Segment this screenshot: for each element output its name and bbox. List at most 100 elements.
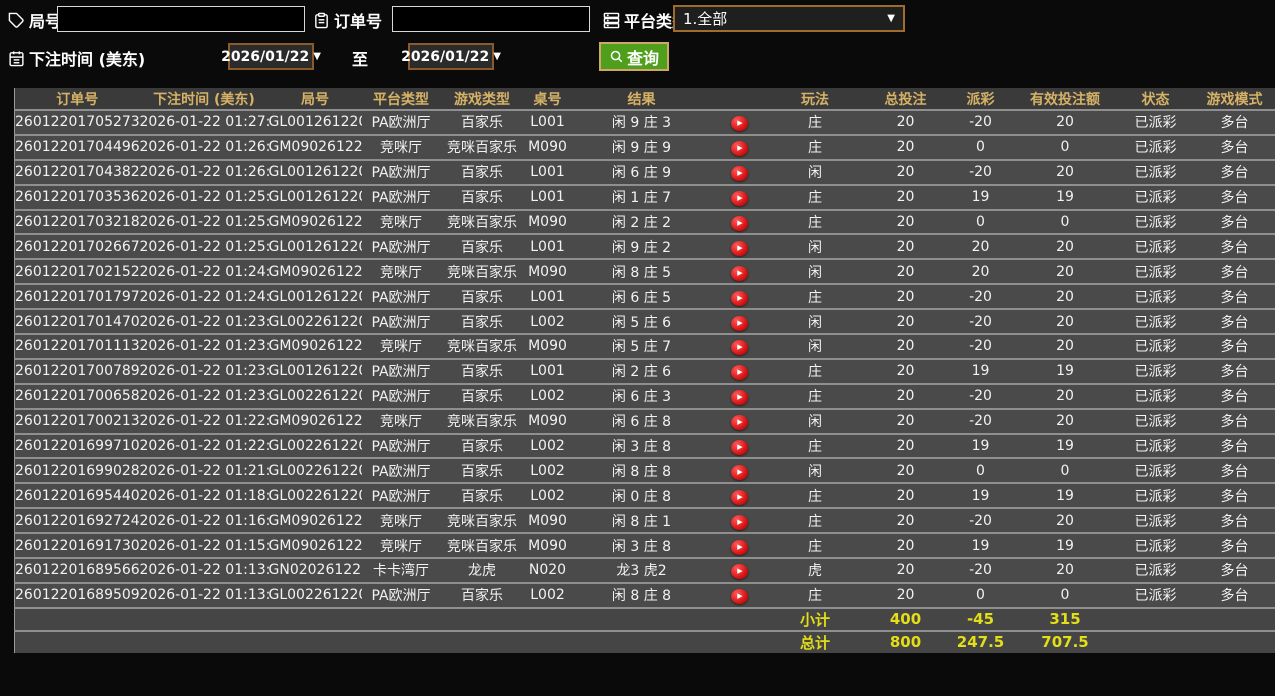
game-type-cell: 百家乐 (440, 382, 524, 409)
play-video-icon[interactable]: ▶ (731, 539, 748, 555)
order-number-cell: 260122017032184 (14, 208, 140, 235)
game-type-cell: 百家乐 (440, 233, 524, 260)
play-video-icon[interactable]: ▶ (731, 489, 748, 505)
game-type-cell: 百家乐 (440, 183, 524, 210)
column-header: 状态 (1117, 88, 1194, 110)
empty-cell (361, 606, 441, 631)
status-cell: 已派彩 (1117, 581, 1194, 608)
game-type-cell: 竞咪百家乐 (440, 532, 524, 559)
play-video-icon[interactable]: ▶ (731, 315, 748, 331)
round-number-cell: GL00126122038 (268, 109, 362, 135)
table-number-cell: M090 (523, 208, 572, 235)
play-video-icon[interactable]: ▶ (731, 514, 748, 530)
play-video-icon[interactable]: ▶ (731, 265, 748, 281)
total-bet-cell: 20 (862, 333, 949, 359)
empty-cell (523, 629, 572, 653)
game-type-cell: 百家乐 (440, 432, 524, 459)
play-video-icon[interactable]: ▶ (731, 440, 748, 456)
column-header: 结果 (571, 88, 712, 110)
empty-cell (14, 629, 140, 653)
result-cell: 闲 0 庄 8 (571, 482, 712, 509)
play-type-cell: 闲 (767, 333, 863, 359)
status-cell: 已派彩 (1117, 557, 1194, 583)
valid-bet-cell: 20 (1012, 557, 1118, 583)
status-cell: 已派彩 (1117, 357, 1194, 384)
table-number-cell: L001 (523, 283, 572, 310)
play-video-icon[interactable]: ▶ (731, 589, 748, 605)
table-number-cell: M090 (523, 333, 572, 359)
column-header: 玩法 (767, 88, 863, 110)
play-triangle-glyph: ▶ (737, 517, 743, 526)
play-cell: ▶ (711, 382, 768, 409)
play-video-icon[interactable]: ▶ (731, 365, 748, 381)
empty-cell (571, 629, 712, 653)
play-video-icon[interactable]: ▶ (731, 564, 748, 580)
play-video-icon[interactable]: ▶ (731, 141, 748, 157)
status-cell: 已派彩 (1117, 183, 1194, 210)
play-video-icon[interactable]: ▶ (731, 390, 748, 406)
platform-type-cell: PA欧洲厅 (361, 158, 441, 185)
table-row: 2601220170021382026-01-22 01:22:52GM0902… (14, 407, 1275, 434)
play-type-cell: 庄 (767, 283, 863, 310)
query-button-label: 查询 (626, 48, 659, 68)
result-cell: 闲 2 庄 6 (571, 357, 712, 384)
platform-type-cell: 竞咪厅 (361, 133, 441, 160)
bet-time-cell: 2026-01-22 01:13:14 (139, 557, 269, 583)
order-number-cell: 260122017035363 (14, 183, 140, 210)
round-number-cell: GL00226122033 (268, 432, 362, 459)
play-video-icon[interactable]: ▶ (731, 340, 748, 356)
play-triangle-glyph: ▶ (737, 119, 743, 128)
table-number-cell: L002 (523, 308, 572, 335)
play-cell: ▶ (711, 581, 768, 608)
table-row: 2601220170065842026-01-22 01:23:15GL0022… (14, 382, 1275, 409)
result-cell: 闲 9 庄 2 (571, 233, 712, 260)
play-triangle-glyph: ▶ (737, 169, 743, 178)
round-number-input[interactable] (57, 6, 305, 32)
order-number-input[interactable] (392, 6, 590, 32)
play-video-icon[interactable]: ▶ (731, 116, 748, 132)
table-number-cell: M090 (523, 258, 572, 285)
payout-cell: 19 (948, 532, 1013, 559)
bet-time-filter: 下注时间 (美东) (8, 46, 145, 70)
game-mode-cell: 多台 (1193, 183, 1275, 210)
order-number-cell: 260122016997102 (14, 432, 140, 459)
play-video-icon[interactable]: ▶ (731, 464, 748, 480)
date-from-picker[interactable]: 2026/01/22 ▼ (221, 43, 321, 70)
play-video-icon[interactable]: ▶ (731, 415, 748, 431)
platform-type-cell: 竞咪厅 (361, 208, 441, 235)
query-button[interactable]: 查询 (599, 42, 669, 71)
play-video-icon[interactable]: ▶ (731, 290, 748, 306)
empty-cell (139, 629, 269, 653)
status-cell: 已派彩 (1117, 432, 1194, 459)
game-type-cell: 竞咪百家乐 (440, 133, 524, 160)
date-to-picker[interactable]: 2026/01/22 ▼ (401, 43, 501, 70)
round-number-cell: GL00126122034 (268, 283, 362, 310)
play-video-icon[interactable]: ▶ (731, 216, 748, 231)
table-number-cell: N020 (523, 557, 572, 583)
game-mode-cell: 多台 (1193, 258, 1275, 285)
summary-label: 小计 (767, 606, 863, 631)
platform-type-select[interactable]: 1.全部 ▼ (673, 5, 905, 32)
play-type-cell: 庄 (767, 432, 863, 459)
game-type-cell: 竞咪百家乐 (440, 333, 524, 359)
bet-orders-table: 订单号 下注时间 (美东) 局号 平台类型 游戏类型 桌号 结果 玩法 总投注 派彩 有效投注额 状态… (14, 88, 1275, 653)
table-row: 2601220170078932026-01-22 01:23:21GL0012… (14, 357, 1275, 384)
search-icon (610, 50, 623, 63)
payout-cell: -20 (948, 283, 1013, 310)
game-type-cell: 竞咪百家乐 (440, 208, 524, 235)
table-row: 2601220168950992026-01-22 01:13:10GL0022… (14, 581, 1275, 608)
play-video-icon[interactable]: ▶ (731, 191, 748, 207)
game-type-cell: 竞咪百家乐 (440, 507, 524, 534)
play-type-cell: 庄 (767, 507, 863, 534)
clipboard-icon (313, 12, 330, 29)
play-cell: ▶ (711, 233, 768, 260)
play-video-icon[interactable]: ▶ (731, 166, 748, 182)
play-video-icon[interactable]: ▶ (731, 240, 748, 256)
bet-time-cell: 2026-01-22 01:26:32 (139, 133, 269, 160)
server-list-icon (603, 12, 620, 29)
status-cell: 已派彩 (1117, 532, 1194, 559)
empty-cell (268, 606, 362, 631)
order-number-cell: 260122017021522 (14, 258, 140, 285)
table-row: 2601220170353632026-01-22 01:25:41GL0012… (14, 183, 1275, 210)
table-row: 2601220170266742026-01-22 01:25:01GL0012… (14, 233, 1275, 260)
